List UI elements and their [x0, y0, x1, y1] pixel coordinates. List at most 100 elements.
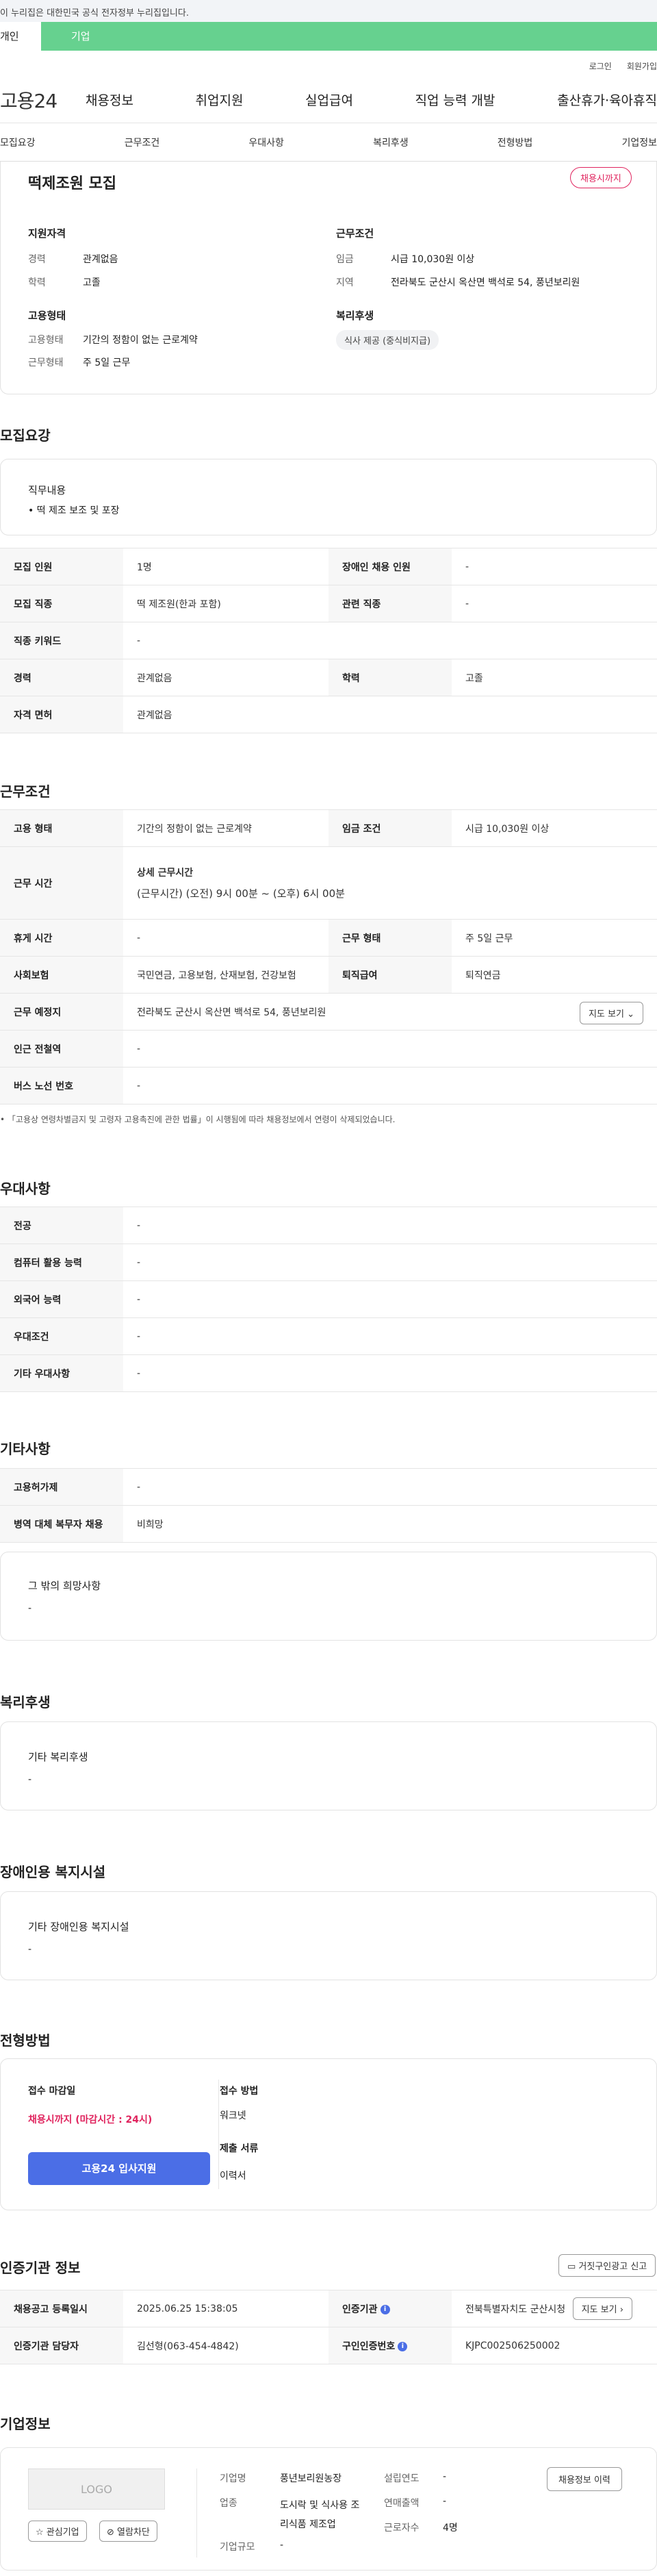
work-place-value: 전라북도 군산시 옥산면 백석로 54, 풍년보리원	[137, 1007, 326, 1018]
cell-label: 채용공고 등록일시	[0, 2290, 123, 2327]
table-row: 고용허가제 -	[0, 1468, 657, 1506]
table-row: 외국어 능력 -	[0, 1280, 657, 1318]
cell-value: -	[123, 1207, 657, 1244]
info-icon[interactable]: i	[380, 2304, 390, 2314]
cell-value: 시급 10,030원 이상	[452, 809, 657, 847]
welfare-etc-heading: 기타 복리후생	[28, 1751, 88, 1763]
employee-count-label: 근로자수	[384, 2523, 420, 2534]
job-history-button[interactable]: 채용정보 이력	[547, 2467, 622, 2491]
company-section-title: 기업정보	[0, 2416, 51, 2432]
established-value: -	[443, 2471, 447, 2482]
cell-value: -	[123, 1280, 657, 1318]
pref-section-title: 우대사항	[0, 1180, 51, 1197]
cell-value: -	[123, 1067, 657, 1104]
duty-text: • 떡 제조 보조 및 포장	[28, 505, 120, 516]
cell-value: 관계없음	[123, 696, 657, 733]
table-row: 근무 시간 상세 근무시간 (근무시간) (오전) 9시 00분 ~ (오후) …	[0, 846, 657, 920]
favorite-company-label: 관심기업	[46, 2527, 79, 2538]
info-icon[interactable]: i	[398, 2341, 408, 2351]
cell-value: -	[452, 548, 657, 585]
cert-org-label: 인증기관	[342, 2303, 378, 2315]
work-section-title: 근무조건	[0, 783, 51, 800]
gnb-item-training[interactable]: 직업 능력 개발	[415, 90, 495, 109]
cell-label: 고용허가제	[0, 1468, 123, 1506]
gnb-item-employment-support[interactable]: 취업지원	[196, 90, 244, 109]
cell-value: 고졸	[452, 659, 657, 696]
deadline-value: 채용시까지 (마감시간 : 24시)	[28, 2114, 153, 2125]
cell-value: 떡 제조원(한과 포함)	[123, 585, 328, 622]
sales-value: -	[443, 2496, 447, 2507]
gov-banner: 이 누리집은 대한민국 공식 전자정부 누리집입니다.	[0, 0, 657, 22]
welfare-etc-value: -	[28, 1774, 32, 1785]
anchor-conditions[interactable]: 근무조건	[125, 136, 160, 149]
block-view-button[interactable]: ⊘ 열람차단	[99, 2521, 157, 2542]
cell-label: 직종 키워드	[0, 622, 123, 659]
welfare-card: 기타 복리후생 -	[0, 1721, 657, 1810]
site-logo[interactable]: 고용24	[0, 86, 86, 114]
table-row: 인증기관 담당자 김선형(063-454-4842) 구인인증번호 i KJPC0…	[0, 2327, 657, 2364]
documents-label: 제출 서류	[220, 2143, 259, 2154]
anchor-company[interactable]: 기업정보	[621, 136, 657, 149]
table-row: 병역 대체 복무자 채용 비희망	[0, 1505, 657, 1543]
cell-value: -	[123, 1468, 657, 1506]
etc-wish-heading: 그 밖의 희망사항	[28, 1580, 101, 1592]
cert-num-label-cell: 구인인증번호 i	[328, 2327, 452, 2364]
cell-label: 컴퓨터 활용 능력	[0, 1243, 123, 1281]
cert-map-button[interactable]: 지도 보기 ›	[572, 2297, 632, 2320]
pref-table: 전공 - 컴퓨터 활용 능력 - 외국어 능력 - 우대조건 - 기타 우대사항 -	[0, 1207, 657, 1392]
table-row: 자격 면허 관계없음	[0, 696, 657, 733]
gnb-item-unemployment-benefit[interactable]: 실업급여	[305, 90, 353, 109]
duty-card: 직무내용 • 떡 제조 보조 및 포장	[0, 459, 657, 535]
area-label: 지역	[336, 277, 354, 288]
employment-type-value: 기간의 정함이 없는 근로계약	[83, 335, 198, 346]
table-row: 기타 우대사항 -	[0, 1354, 657, 1392]
age-notice: • 「고용상 연령차별금지 및 고령자 고용촉진에 관한 법률」이 시행됨에 따…	[0, 1113, 395, 1125]
gnb-menu: 채용정보 취업지원 실업급여 직업 능력 개발 출산휴가·육아휴직	[86, 90, 657, 109]
cell-label: 고용 형태	[0, 809, 123, 847]
gnb-item-parental-leave[interactable]: 출산휴가·육아휴직	[557, 90, 657, 109]
cert-org-cell: 전북특별자치도 군산시청 지도 보기 ›	[452, 2290, 657, 2327]
company-divider	[196, 2468, 197, 2558]
gnb-item-jobs[interactable]: 채용정보	[86, 90, 133, 109]
work-time-value: (근무시간) (오전) 9시 00분 ~ (오후) 6시 00분	[137, 887, 345, 900]
cell-value: -	[123, 1243, 657, 1281]
join-link[interactable]: 회원가입	[627, 60, 657, 77]
work-time-subhead: 상세 근무시간	[137, 868, 194, 879]
anchor-recruit[interactable]: 모집요강	[0, 136, 36, 149]
career-label: 경력	[28, 254, 46, 265]
bullet-icon: •	[0, 1115, 8, 1124]
etc-table: 고용허가제 - 병역 대체 복무자 채용 비희망	[0, 1468, 657, 1543]
anchor-preferences[interactable]: 우대사항	[248, 136, 284, 149]
cell-label: 버스 노선 번호	[0, 1067, 123, 1104]
cell-label: 퇴직급여	[328, 956, 452, 994]
documents-value: 이력서	[220, 2171, 246, 2182]
education-value: 고졸	[83, 277, 101, 288]
disability-section-title: 장애인용 복지시설	[0, 1864, 106, 1880]
cell-label: 전공	[0, 1207, 123, 1244]
anchor-process[interactable]: 전형방법	[498, 136, 533, 149]
map-button[interactable]: 지도 보기 ⌄	[579, 1002, 643, 1024]
tab-individual[interactable]: 개인	[0, 22, 41, 51]
map-button-label: 지도 보기	[588, 1009, 624, 1020]
table-row: 인근 전철역 -	[0, 1030, 657, 1068]
login-link[interactable]: 로그인	[589, 60, 612, 77]
chevron-down-icon: ⌄	[627, 1009, 634, 1020]
established-label: 설립연도	[384, 2473, 420, 2484]
etc-section-title: 기타사항	[0, 1441, 51, 1457]
company-logo-placeholder: LOGO	[28, 2468, 165, 2510]
table-row: 사회보험 국민연금, 고용보험, 산재보험, 건강보험 퇴직급여 퇴직연금	[0, 956, 657, 994]
cert-org-label-cell: 인증기관 i	[328, 2290, 452, 2327]
cell-label: 휴게 시간	[0, 919, 123, 957]
report-fake-ad-button[interactable]: ▭ 거짓구인광고 신고	[558, 2254, 656, 2277]
favorite-company-button[interactable]: ☆ 관심기업	[28, 2521, 87, 2542]
cell-label: 근무 예정지	[0, 993, 123, 1031]
apply-button[interactable]: 고용24 입사지원	[28, 2152, 210, 2185]
table-row: 우대조건 -	[0, 1317, 657, 1355]
anchor-welfare[interactable]: 복리후생	[373, 136, 409, 149]
employee-count-value: 4명	[443, 2523, 458, 2534]
work-place-cell: 전라북도 군산시 옥산면 백석로 54, 풍년보리원 지도 보기 ⌄	[123, 993, 657, 1031]
tab-company[interactable]: 기업	[41, 22, 657, 51]
report-fake-ad-label: 거짓구인광고 신고	[578, 2262, 647, 2272]
industry-label: 업종	[220, 2498, 237, 2509]
process-card: 접수 마감일 채용시까지 (마감시간 : 24시) 고용24 입사지원 접수 방…	[0, 2058, 657, 2210]
